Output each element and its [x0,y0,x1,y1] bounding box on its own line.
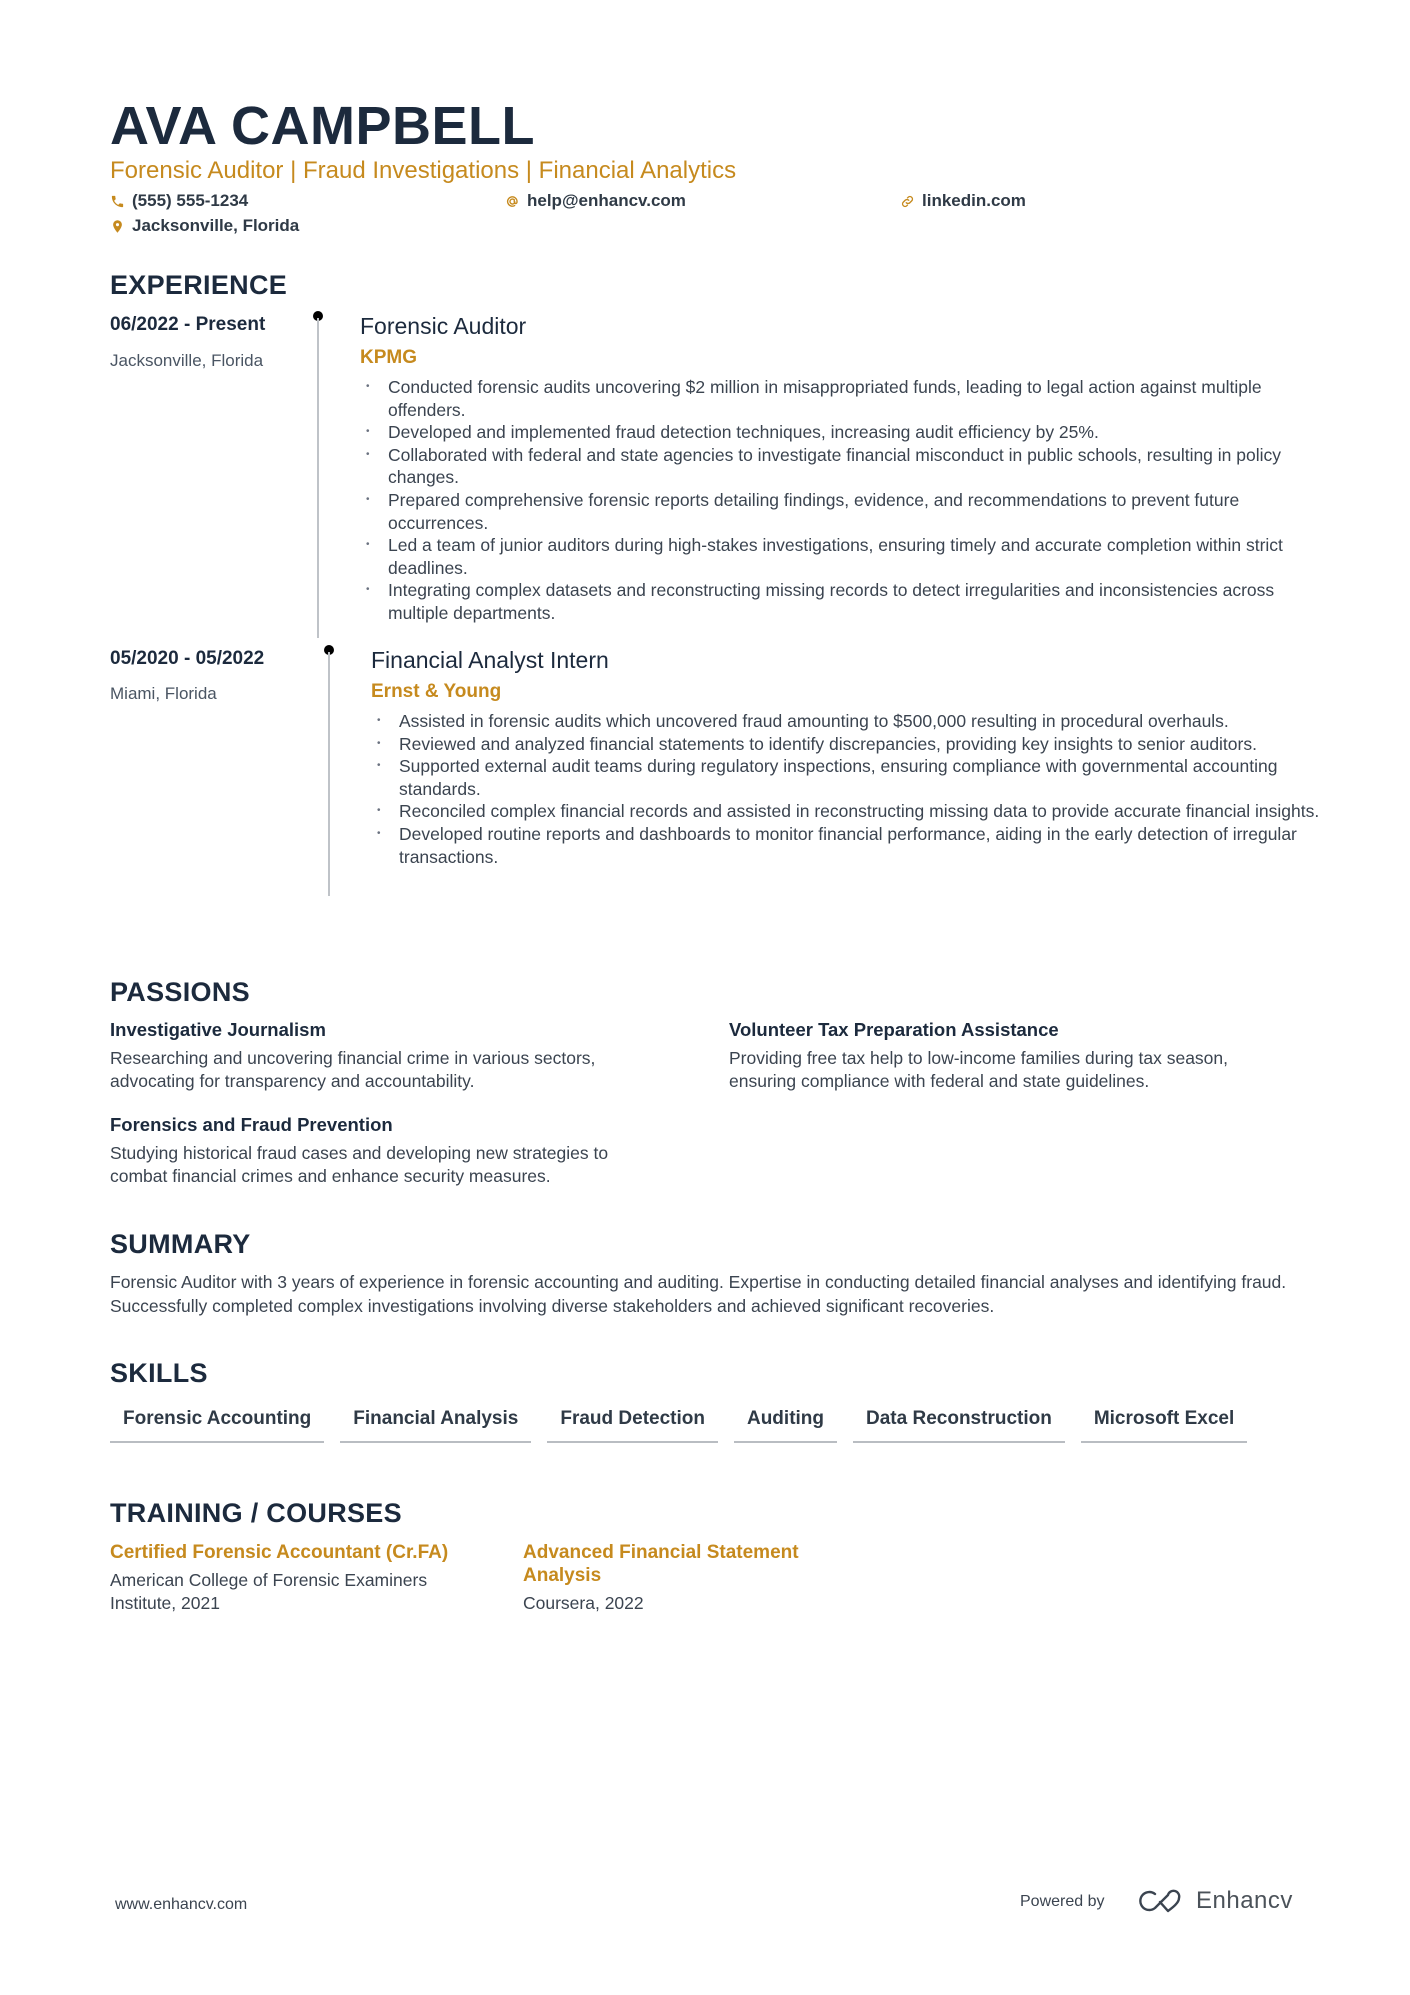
course-item: Advanced Financial Statement Analysis Co… [523,1541,853,1615]
enhancv-logo-icon [1139,1889,1181,1913]
experience-bullet: Integrating complex datasets and reconst… [360,579,1320,624]
passion-description: Researching and uncovering financial cri… [110,1048,596,1091]
experience-bullets: Assisted in forensic audits which uncove… [371,710,1331,868]
skill-tag: Data Reconstruction [853,1403,1065,1443]
enhancv-brand: Enhancv [1196,1887,1293,1914]
experience-bullet: Collaborated with federal and state agen… [360,444,1320,489]
location-value: Jacksonville, Florida [132,216,300,235]
experience-dates: 05/2020 - 05/2022 [110,648,265,669]
skill-tag: Financial Analysis [340,1403,532,1443]
passion-description: Providing free tax help to low-income fa… [729,1048,1228,1091]
experience-bullet: Supported external audit teams during re… [371,755,1331,800]
contact-website[interactable]: linkedin.com [900,190,1026,212]
website-value[interactable]: linkedin.com [922,190,1026,212]
powered-by-label: Powered by [1020,1893,1105,1910]
passion-title: Forensics and Fraud Prevention [110,1114,393,1135]
resume-page: AVA CAMPBELL Forensic Auditor | Fraud In… [0,0,1410,1995]
passion-title: Volunteer Tax Preparation Assistance [729,1019,1059,1040]
passions-heading: PASSIONS [110,977,250,1007]
course-organization: American College of Forensic Examiners I… [110,1570,428,1613]
skill-tag: Microsoft Excel [1080,1403,1248,1443]
enhancv-logo[interactable]: Enhancv [1138,1886,1293,1916]
experience-bullet: Prepared comprehensive forensic reports … [360,489,1320,534]
skill-tag: Forensic Accounting [110,1403,325,1443]
training-heading: TRAINING / COURSES [110,1498,402,1528]
passion-description: Studying historical fraud cases and deve… [110,1143,609,1186]
summary-heading: SUMMARY [110,1229,251,1259]
experience-bullet: Conducted forensic audits uncovering $2 … [360,376,1320,421]
phone-value: (555) 555-1234 [132,191,249,210]
timeline-line [328,652,330,896]
experience-dates: 06/2022 - Present [110,314,266,335]
location-pin-icon [110,219,132,234]
experience-bullet: Developed routine reports and dashboards… [371,823,1331,868]
contact-location: Jacksonville, Florida [110,215,299,237]
experience-bullet: Developed and implemented fraud detectio… [360,421,1320,444]
experience-role: Forensic Auditor [360,313,527,339]
course-item: Certified Forensic Accountant (Cr.FA) Am… [110,1541,490,1615]
skill-tag: Auditing [733,1403,838,1443]
experience-location: Miami, Florida [110,684,217,703]
timeline-line [317,318,319,638]
skill-tag: Fraud Detection [547,1403,718,1443]
experience-location: Jacksonville, Florida [110,351,264,370]
experience-bullets: Conducted forensic audits uncovering $2 … [360,376,1320,625]
experience-heading: EXPERIENCE [110,270,288,300]
passion-item: Investigative Journalism Researching and… [110,1018,670,1092]
footer-url[interactable]: www.enhancv.com [115,1896,247,1914]
experience-company: Ernst & Young [371,681,502,702]
at-icon [505,194,527,209]
experience-bullet: Led a team of junior auditors during hig… [360,534,1320,579]
experience-bullet: Reviewed and analyzed financial statemen… [371,733,1331,756]
skills-list: Forensic Accounting Financial Analysis F… [110,1403,1248,1443]
experience-role: Financial Analyst Intern [371,647,609,673]
course-title: Certified Forensic Accountant (Cr.FA) [110,1542,449,1563]
contact-email[interactable]: help@enhancv.com [505,190,686,212]
passion-item: Forensics and Fraud Prevention Studying … [110,1113,670,1187]
contact-phone: (555) 555-1234 [110,190,248,212]
link-icon [900,194,922,209]
passion-item: Volunteer Tax Preparation Assistance Pro… [729,1018,1289,1092]
experience-bullet: Assisted in forensic audits which uncove… [371,710,1331,733]
email-value[interactable]: help@enhancv.com [527,190,686,212]
experience-bullet: Reconciled complex financial records and… [371,800,1331,823]
phone-icon [110,194,132,209]
candidate-name: AVA CAMPBELL [110,96,535,156]
passion-title: Investigative Journalism [110,1019,326,1040]
summary-text: Forensic Auditor with 3 years of experie… [110,1272,1287,1316]
headline: Forensic Auditor | Fraud Investigations … [110,157,737,184]
course-title: Advanced Financial Statement Analysis [523,1542,799,1586]
skills-heading: SKILLS [110,1358,208,1388]
experience-company: KPMG [360,347,417,368]
course-organization: Coursera, 2022 [523,1593,644,1613]
